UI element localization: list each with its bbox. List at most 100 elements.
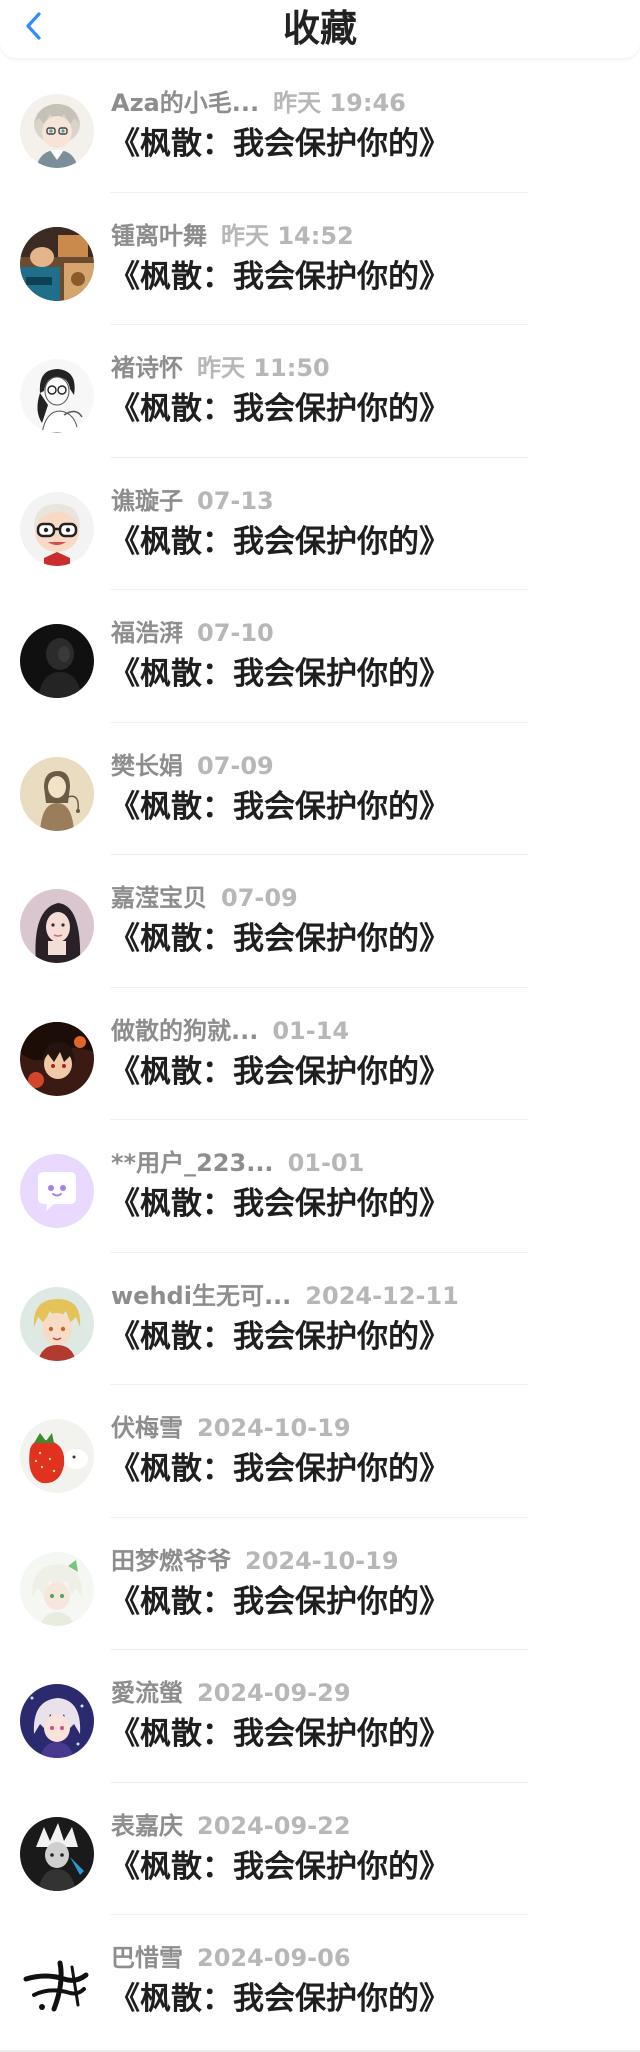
item-meta: 谯璇子 07-13 <box>111 486 274 516</box>
username[interactable]: 伏梅雪 <box>111 1413 183 1443</box>
item-meta: 愛流螢 2024-09-29 <box>111 1678 351 1708</box>
favorite-item[interactable]: **用户_223... 01-01 《枫散：我会保护你的》 <box>0 1120 640 1253</box>
timestamp: 2024-10-19 <box>245 1546 399 1575</box>
timestamp: 昨天 14:52 <box>221 221 354 250</box>
username[interactable]: 福浩湃 <box>111 618 183 648</box>
photo-avatar-girl <box>20 889 94 963</box>
item-meta: 田梦燃爷爷 2024-10-19 <box>111 1546 399 1576</box>
item-meta: 樊长娟 07-09 <box>111 751 274 781</box>
user-avatar[interactable] <box>20 1286 94 1361</box>
item-meta: wehdi生无可... 2024-12-11 <box>111 1281 459 1311</box>
item-title[interactable]: 《枫散：我会保护你的》 <box>109 389 450 429</box>
anime-avatar-silver-hair <box>20 94 94 168</box>
item-title[interactable]: 《枫散：我会保护你的》 <box>109 787 450 827</box>
timestamp: 07-13 <box>197 486 274 515</box>
timestamp: 昨天 19:46 <box>273 89 406 117</box>
item-meta: 做散的狗就... 01-14 <box>111 1016 349 1046</box>
username[interactable]: 樊长娟 <box>111 751 183 781</box>
item-meta: 褚诗怀 昨天 11:50 <box>111 353 330 383</box>
favorite-item[interactable]: 巴惜雪 2024-09-06 《枫散：我会保护你的》 <box>0 1915 640 2048</box>
item-title[interactable]: 《枫散：我会保护你的》 <box>109 1847 450 1887</box>
user-avatar[interactable] <box>20 1551 94 1626</box>
calligraphy-avatar <box>20 1949 94 2023</box>
item-title[interactable]: 《枫散：我会保护你的》 <box>109 919 450 959</box>
item-title[interactable]: 《枫散：我会保护你的》 <box>109 1582 450 1622</box>
favorite-item[interactable]: 谯璇子 07-13 《枫散：我会保护你的》 <box>0 458 640 591</box>
item-title[interactable]: 《枫散：我会保护你的》 <box>109 124 450 164</box>
timestamp: 07-09 <box>197 751 274 780</box>
user-avatar[interactable] <box>20 1021 94 1096</box>
user-avatar[interactable] <box>20 359 94 433</box>
anime-avatar-dark-spiky <box>20 1816 94 1891</box>
favorite-item[interactable]: 福浩湃 07-10 《枫散：我会保护你的》 <box>0 590 640 723</box>
favorite-item[interactable]: 做散的狗就... 01-14 《枫散：我会保护你的》 <box>0 988 640 1121</box>
username[interactable]: 愛流螢 <box>111 1678 183 1708</box>
timestamp: 01-14 <box>272 1016 350 1045</box>
username[interactable]: 巴惜雪 <box>111 1943 183 1973</box>
favorite-item[interactable]: wehdi生无可... 2024-12-11 《枫散：我会保护你的》 <box>0 1253 640 1386</box>
item-meta: 锺离叶舞 昨天 14:52 <box>111 221 354 251</box>
drawing-avatar-sepia <box>20 756 94 831</box>
top-nav-bar: 收藏 <box>0 0 640 58</box>
item-title[interactable]: 《枫散：我会保护你的》 <box>109 1714 450 1754</box>
favorite-item[interactable]: 伏梅雪 2024-10-19 《枫散：我会保护你的》 <box>0 1385 640 1518</box>
username[interactable]: 嘉滢宝贝 <box>111 883 207 913</box>
user-avatar[interactable] <box>20 1949 94 2023</box>
item-title[interactable]: 《枫散：我会保护你的》 <box>109 522 450 562</box>
username[interactable]: 表嘉庆 <box>111 1811 183 1841</box>
item-title[interactable]: 《枫散：我会保护你的》 <box>109 1979 450 2019</box>
anime-avatar-dark-red <box>20 1021 94 1096</box>
timestamp: 2024-10-19 <box>197 1414 351 1442</box>
username[interactable]: **用户_223... <box>111 1148 274 1178</box>
user-avatar[interactable] <box>20 889 94 963</box>
favorite-item[interactable]: Aza的小毛... 昨天 19:46 《枫散：我会保护你的》 <box>0 60 640 193</box>
favorite-item[interactable]: 樊长娟 07-09 《枫散：我会保护你的》 <box>0 723 640 856</box>
favorite-item[interactable]: 嘉滢宝贝 07-09 《枫散：我会保护你的》 <box>0 855 640 988</box>
user-avatar[interactable] <box>20 226 94 301</box>
anime-avatar-firefly <box>20 1684 94 1758</box>
item-title[interactable]: 《枫散：我会保护你的》 <box>109 1052 450 1092</box>
item-title[interactable]: 《枫散：我会保护你的》 <box>109 1184 450 1224</box>
timestamp: 07-10 <box>197 619 274 647</box>
timestamp: 2024-09-06 <box>197 1944 351 1972</box>
username[interactable]: 谯璇子 <box>111 486 183 516</box>
favorite-item[interactable]: 愛流螢 2024-09-29 《枫散：我会保护你的》 <box>0 1650 640 1783</box>
timestamp: 2024-09-29 <box>197 1679 351 1707</box>
chevron-left-icon <box>26 12 41 40</box>
user-avatar[interactable] <box>20 624 94 698</box>
timestamp: 01-01 <box>287 1149 365 1177</box>
username[interactable]: 褚诗怀 <box>111 353 183 383</box>
item-meta: 伏梅雪 2024-10-19 <box>111 1413 351 1443</box>
back-button[interactable] <box>14 6 54 46</box>
chat-bubble-avatar <box>20 1154 94 1228</box>
timestamp: 2024-12-11 <box>305 1281 459 1310</box>
username[interactable]: wehdi生无可... <box>111 1281 291 1311</box>
user-avatar[interactable] <box>20 94 94 168</box>
user-avatar[interactable] <box>20 1684 94 1758</box>
favorite-item[interactable]: 褚诗怀 昨天 11:50 《枫散：我会保护你的》 <box>0 325 640 458</box>
username[interactable]: Aza的小毛... <box>111 88 259 118</box>
user-avatar[interactable] <box>20 1154 94 1228</box>
favorite-item[interactable]: 锺离叶舞 昨天 14:52 《枫散：我会保护你的》 <box>0 193 640 326</box>
user-avatar[interactable] <box>20 1816 94 1891</box>
user-avatar[interactable] <box>20 1419 94 1493</box>
item-title[interactable]: 《枫散：我会保护你的》 <box>109 1317 450 1357</box>
item-meta: 嘉滢宝贝 07-09 <box>111 883 298 913</box>
username[interactable]: 做散的狗就... <box>111 1016 258 1046</box>
favorite-item[interactable]: 田梦燃爷爷 2024-10-19 《枫散：我会保护你的》 <box>0 1518 640 1651</box>
item-title[interactable]: 《枫散：我会保护你的》 <box>109 654 450 694</box>
item-meta: 表嘉庆 2024-09-22 <box>111 1811 351 1841</box>
item-title[interactable]: 《枫散：我会保护你的》 <box>109 257 450 297</box>
username[interactable]: 锺离叶舞 <box>111 221 207 251</box>
page-title: 收藏 <box>283 7 357 50</box>
dark-avatar-silhouette <box>20 624 94 698</box>
sketch-avatar-girl <box>20 359 94 433</box>
item-title[interactable]: 《枫散：我会保护你的》 <box>109 1449 450 1489</box>
user-avatar[interactable] <box>20 491 94 566</box>
user-avatar[interactable] <box>20 756 94 831</box>
favorite-item[interactable]: 表嘉庆 2024-09-22 《枫散：我会保护你的》 <box>0 1783 640 1916</box>
anime-avatar-blonde <box>20 1286 94 1361</box>
username[interactable]: 田梦燃爷爷 <box>111 1546 231 1576</box>
item-meta: 巴惜雪 2024-09-06 <box>111 1943 351 1973</box>
item-meta: **用户_223... 01-01 <box>111 1148 364 1178</box>
